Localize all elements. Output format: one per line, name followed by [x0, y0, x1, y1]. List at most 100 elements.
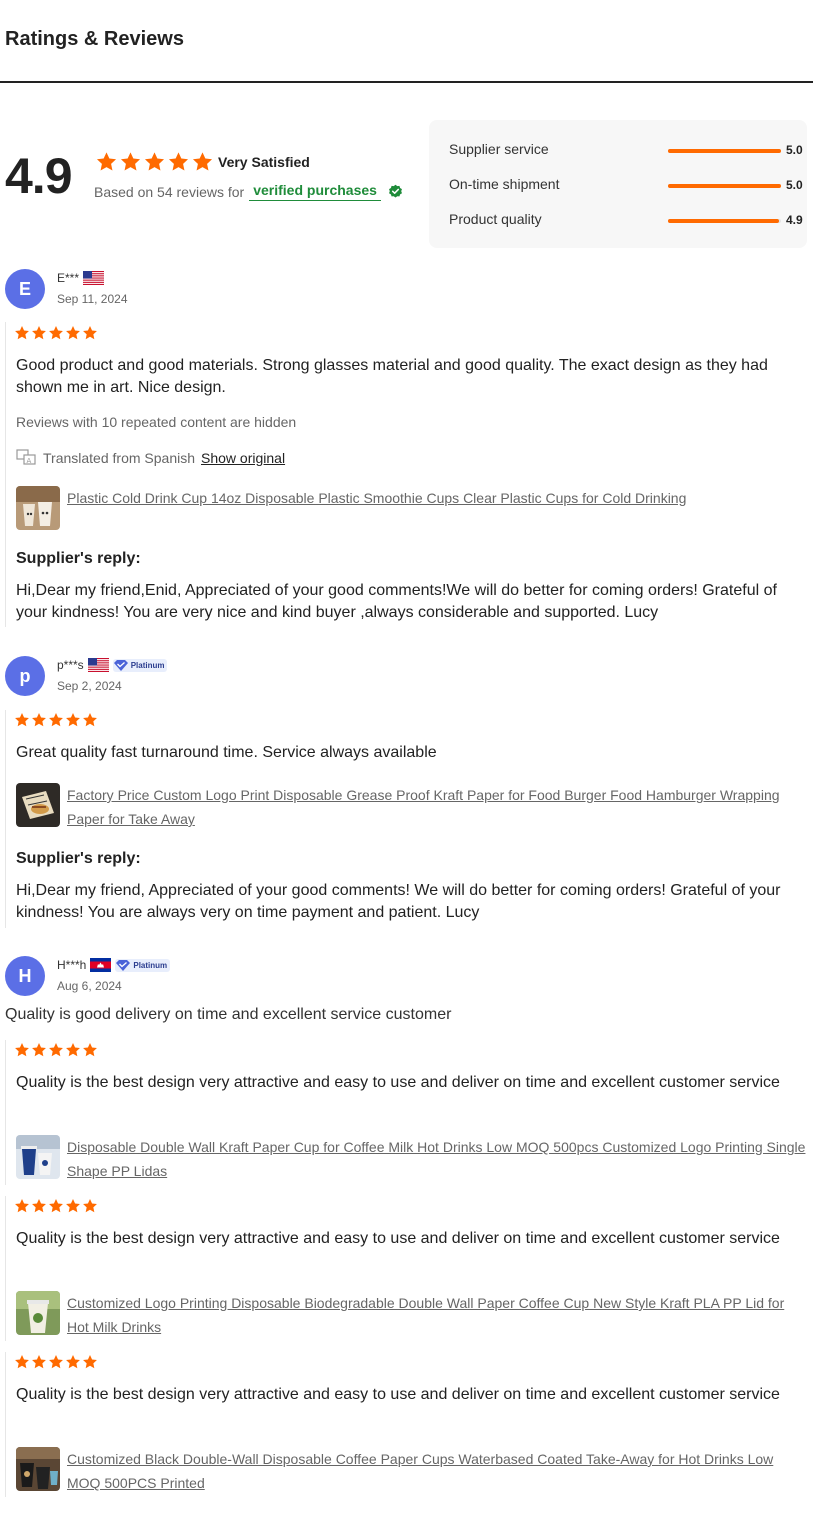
- overall-score: 4.9: [5, 148, 73, 204]
- star-icon: [49, 1355, 63, 1369]
- star-icon: [66, 326, 80, 340]
- star-icon: [66, 1355, 80, 1369]
- review-date: Sep 2, 2024: [57, 679, 122, 693]
- star-icon: [66, 1043, 80, 1057]
- star-icon: [66, 713, 80, 727]
- review-count-text: Based on 54 reviews for: [94, 183, 245, 200]
- review-star-rating: [14, 1198, 98, 1214]
- star-icon: [49, 1199, 63, 1213]
- svg-text:A: A: [27, 457, 32, 465]
- rating-dimensions-panel: Supplier service 5.0 On-time shipment 5.…: [429, 120, 807, 248]
- product-thumbnail[interactable]: [16, 1447, 60, 1491]
- verified-badge-icon: [388, 184, 402, 198]
- review-count-line: Based on 54 reviews for verified purchas…: [94, 182, 403, 201]
- platinum-badge-label: Platinum: [133, 960, 168, 970]
- product-link[interactable]: Disposable Double Wall Kraft Paper Cup f…: [67, 1135, 807, 1183]
- star-icon: [192, 152, 213, 171]
- dimension-progress-fill: [668, 219, 779, 223]
- dimension-score: 5.0: [786, 178, 803, 192]
- reviewed-product[interactable]: Disposable Double Wall Kraft Paper Cup f…: [16, 1135, 807, 1183]
- star-icon: [83, 1199, 97, 1213]
- title-divider: [0, 81, 813, 83]
- us-flag-icon: [83, 271, 105, 285]
- star-icon: [49, 326, 63, 340]
- verified-purchases-link[interactable]: verified purchases: [249, 182, 381, 201]
- satisfaction-label: Very Satisfied: [218, 154, 310, 170]
- reviewed-product[interactable]: Customized Black Double-Wall Disposable …: [16, 1447, 807, 1495]
- reviewer-avatar: E: [5, 269, 45, 309]
- dimension-label: Product quality: [449, 211, 542, 227]
- reviewer-avatar: p: [5, 656, 45, 696]
- reviewed-product[interactable]: Plastic Cold Drink Cup 14oz Disposable P…: [16, 486, 807, 530]
- supplier-reply-label: Supplier's reply:: [16, 850, 141, 867]
- dimension-progress-bar: [668, 219, 781, 223]
- star-icon: [15, 326, 29, 340]
- product-thumbnail[interactable]: [16, 1291, 60, 1335]
- product-link[interactable]: Plastic Cold Drink Cup 14oz Disposable P…: [67, 486, 807, 530]
- kh-flag-icon: [90, 958, 112, 972]
- reviewed-product[interactable]: Customized Logo Printing Disposable Biod…: [16, 1291, 807, 1339]
- reviewed-product[interactable]: Factory Price Custom Logo Print Disposab…: [16, 783, 807, 831]
- product-link[interactable]: Customized Logo Printing Disposable Biod…: [67, 1291, 807, 1339]
- star-icon: [32, 326, 46, 340]
- product-thumbnail[interactable]: [16, 783, 60, 827]
- review-text: Quality is the best design very attracti…: [16, 1386, 780, 1403]
- us-flag-icon: [87, 658, 109, 672]
- reviewer-name: E***: [57, 271, 80, 285]
- star-icon: [83, 1043, 97, 1057]
- product-link[interactable]: Factory Price Custom Logo Print Disposab…: [67, 783, 807, 831]
- supplier-reply-label: Supplier's reply:: [16, 550, 141, 567]
- review-indent-rule: [5, 1352, 6, 1497]
- translated-from-text: Translated from Spanish: [43, 449, 195, 466]
- star-icon: [32, 1355, 46, 1369]
- product-link[interactable]: Customized Black Double-Wall Disposable …: [67, 1447, 807, 1495]
- supplier-reply-text: Hi,Dear my friend,Enid, Appreciated of y…: [16, 582, 777, 621]
- platinum-diamond-icon: [113, 659, 128, 671]
- dimension-row-on-time-shipment: On-time shipment 5.0: [449, 175, 803, 195]
- star-icon: [49, 1043, 63, 1057]
- dimension-progress-bar: [668, 184, 781, 188]
- review-text: Quality is the best design very attracti…: [16, 1230, 780, 1247]
- star-icon: [83, 1355, 97, 1369]
- dimension-progress-fill: [668, 184, 781, 188]
- star-icon: [32, 1199, 46, 1213]
- review-text: Great quality fast turnaround time. Serv…: [16, 744, 437, 761]
- star-icon: [96, 152, 117, 171]
- reviewer-name-line: H***h Platinum: [57, 958, 171, 972]
- page-title: Ratings & Reviews: [5, 28, 184, 50]
- review-indent-rule: [5, 710, 6, 928]
- platinum-badge: Platinum: [115, 958, 171, 972]
- dimension-label: Supplier service: [449, 141, 549, 157]
- show-original-link[interactable]: Show original: [201, 450, 285, 466]
- platinum-badge: Platinum: [112, 658, 168, 672]
- star-icon: [144, 152, 165, 171]
- dimension-row-product-quality: Product quality 4.9: [449, 210, 803, 230]
- product-thumbnail[interactable]: [16, 1135, 60, 1179]
- reviewer-name: H***h: [57, 958, 87, 972]
- translate-icon: A: [16, 449, 36, 465]
- review-star-rating: [14, 712, 98, 728]
- reviewer-name-line: p***s Platinum: [57, 658, 168, 672]
- platinum-diamond-icon: [116, 959, 131, 971]
- star-icon: [15, 713, 29, 727]
- translation-line: A Translated from Spanish Show original: [16, 449, 285, 466]
- dimension-label: On-time shipment: [449, 176, 560, 192]
- star-icon: [168, 152, 189, 171]
- star-icon: [32, 713, 46, 727]
- product-thumbnail[interactable]: [16, 486, 60, 530]
- reviewer-avatar: H: [5, 956, 45, 996]
- platinum-badge-label: Platinum: [130, 660, 165, 670]
- star-icon: [15, 1043, 29, 1057]
- review-star-rating: [14, 1354, 98, 1370]
- star-icon: [49, 713, 63, 727]
- overall-star-rating: [95, 151, 214, 173]
- review-text: Quality is the best design very attracti…: [16, 1074, 780, 1091]
- dimension-score: 5.0: [786, 143, 803, 157]
- star-icon: [32, 1043, 46, 1057]
- star-icon: [15, 1355, 29, 1369]
- review-date: Aug 6, 2024: [57, 979, 122, 993]
- star-icon: [120, 152, 141, 171]
- supplier-reply-text: Hi,Dear my friend, Appreciated of your g…: [16, 882, 781, 921]
- dimension-row-supplier-service: Supplier service 5.0: [449, 140, 803, 160]
- dimension-progress-fill: [668, 149, 781, 153]
